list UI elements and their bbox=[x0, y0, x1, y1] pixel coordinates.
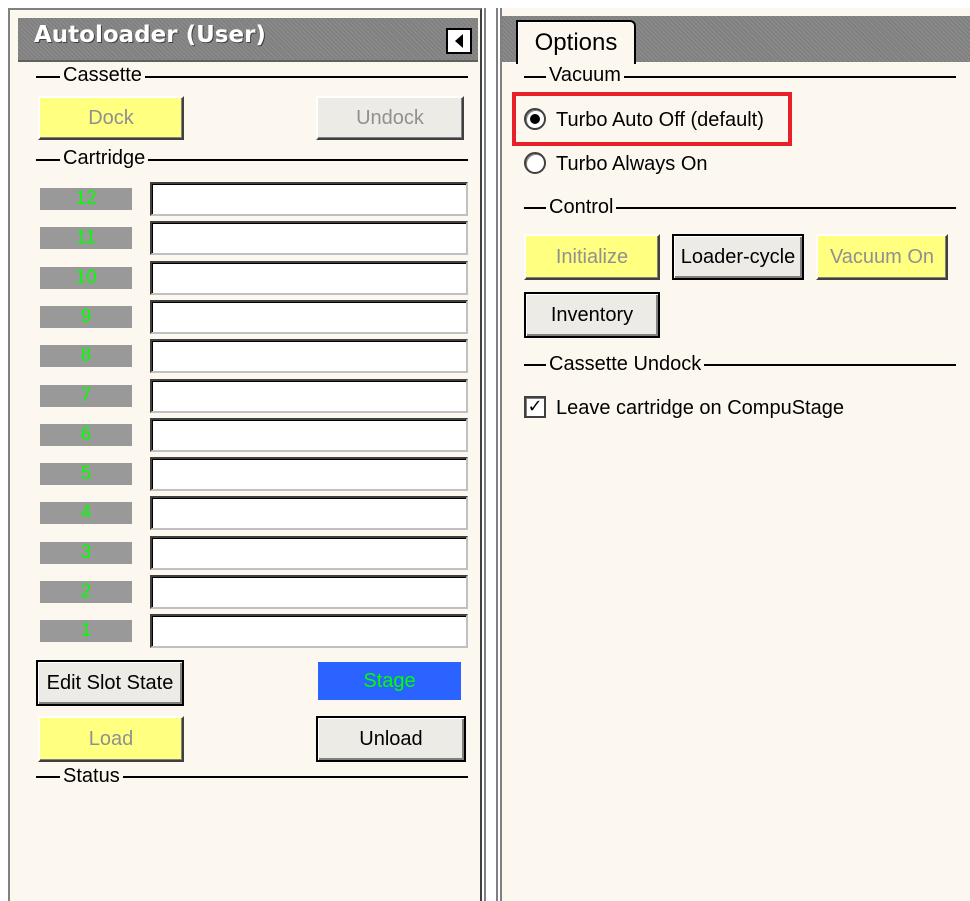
autoloader-title: Autoloader (User) bbox=[34, 22, 266, 48]
status-group-label: Status bbox=[60, 765, 123, 787]
dock-button[interactable]: Dock bbox=[38, 96, 184, 140]
initialize-button[interactable]: Initialize bbox=[524, 234, 660, 280]
load-button[interactable]: Load bbox=[38, 716, 184, 762]
slot-number: 6 bbox=[40, 424, 132, 446]
slot-field[interactable] bbox=[150, 457, 468, 491]
slot-field[interactable] bbox=[150, 261, 468, 295]
slot-number: 5 bbox=[40, 463, 132, 485]
slot-number: 4 bbox=[40, 502, 132, 524]
slot-field[interactable] bbox=[150, 339, 468, 373]
slot-number: 1 bbox=[40, 620, 132, 642]
slot-number: 2 bbox=[40, 581, 132, 603]
edit-slot-state-button[interactable]: Edit Slot State bbox=[36, 660, 184, 706]
slot-number: 11 bbox=[40, 227, 132, 249]
slot-field[interactable] bbox=[150, 379, 468, 413]
slot-field[interactable] bbox=[150, 418, 468, 452]
slot-number: 7 bbox=[40, 385, 132, 407]
radio-unselected-icon[interactable] bbox=[524, 152, 546, 174]
slot-number: 12 bbox=[40, 188, 132, 210]
control-group-label: Control bbox=[546, 196, 617, 218]
cassette-undock-group-label: Cassette Undock bbox=[546, 353, 705, 375]
undock-button[interactable]: Undock bbox=[316, 96, 464, 140]
radio-dot bbox=[530, 114, 540, 124]
slot-field[interactable] bbox=[150, 536, 468, 570]
collapse-panel-button[interactable] bbox=[446, 28, 472, 54]
turbo-always-on-label[interactable]: Turbo Always On bbox=[556, 153, 708, 176]
checkbox-checked-icon[interactable]: ✓ bbox=[524, 396, 546, 418]
cassette-group-label: Cassette bbox=[60, 64, 145, 86]
slot-number: 8 bbox=[40, 345, 132, 367]
tab-options[interactable]: Options bbox=[516, 20, 636, 64]
slot-number: 3 bbox=[40, 542, 132, 564]
turbo-auto-off-label[interactable]: Turbo Auto Off (default) bbox=[556, 109, 764, 132]
slot-field[interactable] bbox=[150, 496, 468, 530]
slot-field[interactable] bbox=[150, 182, 468, 216]
slot-number: 9 bbox=[40, 306, 132, 328]
cartridge-group-label: Cartridge bbox=[60, 147, 149, 169]
vacuum-on-button[interactable]: Vacuum On bbox=[816, 234, 948, 280]
vacuum-group-label: Vacuum bbox=[546, 64, 624, 86]
slot-field[interactable] bbox=[150, 575, 468, 609]
leave-cartridge-label[interactable]: Leave cartridge on CompuStage bbox=[556, 397, 844, 420]
stage-button[interactable]: Stage bbox=[318, 662, 461, 700]
inventory-button[interactable]: Inventory bbox=[524, 292, 660, 338]
slot-field[interactable] bbox=[150, 300, 468, 334]
slot-number: 10 bbox=[40, 267, 132, 289]
loader-cycle-button[interactable]: Loader-cycle bbox=[672, 234, 804, 280]
triangle-left-icon bbox=[455, 34, 463, 48]
unload-button[interactable]: Unload bbox=[316, 716, 466, 762]
slot-field[interactable] bbox=[150, 614, 468, 648]
panel-splitter[interactable] bbox=[484, 8, 498, 901]
slot-field[interactable] bbox=[150, 221, 468, 255]
radio-selected-icon[interactable] bbox=[524, 108, 546, 130]
